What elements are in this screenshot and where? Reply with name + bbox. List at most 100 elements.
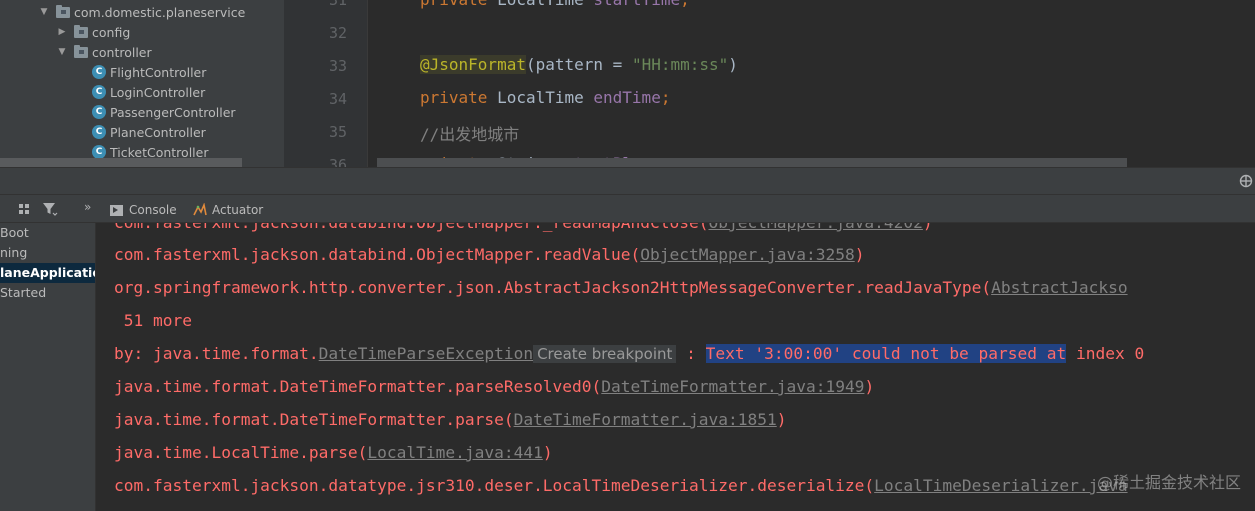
log-text: 51 more — [114, 311, 192, 330]
code-punct: ; — [660, 88, 671, 107]
watermark: @稀土掘金技术社区 — [1096, 473, 1241, 492]
console-output[interactable]: com.fasterxml.jackson.databind.ObjectMap… — [97, 223, 1255, 511]
log-text: by: java.time.format. — [114, 344, 319, 363]
class-icon: C — [92, 145, 106, 159]
tree-item-planecontroller[interactable]: C PlaneController — [92, 122, 206, 142]
class-icon: C — [92, 105, 106, 119]
code-line-33: @JsonFormat(pattern = "HH:mm:ss") — [420, 55, 738, 74]
more-tabs-chevron-icon[interactable]: » — [84, 200, 91, 214]
stack-trace-link[interactable]: ObjectMapper.java:3258 — [640, 245, 854, 264]
tree-item-controller[interactable]: ▼ controller — [56, 42, 152, 62]
code-field: startTime — [593, 0, 680, 9]
services-tree: Boot ning laneApplication Started — [0, 223, 96, 511]
code-type: LocalTime — [497, 88, 594, 107]
services-tool-window-header — [0, 167, 1255, 195]
line-number: 34 — [328, 90, 347, 108]
code-punct: ; — [680, 0, 690, 9]
log-text: ) — [864, 377, 875, 396]
horizontal-scrollbar[interactable] — [0, 158, 242, 167]
log-line: java.time.LocalTime.parse(LocalTime.java… — [114, 441, 553, 465]
log-line: com.fasterxml.jackson.datatype.jsr310.de… — [114, 474, 1128, 498]
class-icon: C — [92, 65, 106, 79]
log-text: ) — [776, 410, 787, 429]
services-item-boot[interactable]: Boot — [0, 223, 95, 243]
log-text: ) — [542, 443, 553, 462]
log-text: org.springframework.http.converter.json.… — [114, 278, 992, 297]
class-icon: C — [92, 85, 106, 99]
code-string: "HH:mm:ss" — [631, 55, 729, 74]
tree-item-passengercontroller[interactable]: C PassengerController — [92, 102, 236, 122]
chevron-right-icon[interactable]: ▶ — [56, 26, 68, 38]
project-tree-panel: ▼ com.domestic.planeservice ▶ config ▼ c… — [0, 0, 284, 167]
code-field: endTime — [593, 88, 661, 107]
tree-item-label: com.domestic.planeservice — [74, 4, 246, 20]
console-icon — [110, 204, 123, 216]
log-text: java.time.LocalTime.parse( — [114, 443, 368, 462]
tree-item-label: PassengerController — [110, 104, 236, 120]
log-line: java.time.format.DateTimeFormatter.parse… — [114, 408, 786, 432]
line-number: 35 — [328, 123, 347, 141]
line-number: 33 — [328, 57, 347, 75]
code-keyword: private — [420, 88, 498, 107]
code-annotation: @JsonFormat — [420, 55, 526, 74]
code-line-34: private LocalTime endTime; — [420, 88, 670, 107]
tab-actuator[interactable]: Actuator — [193, 199, 263, 221]
folder-icon — [74, 44, 88, 58]
stack-trace-link[interactable]: DateTimeFormatter.java:1851 — [514, 410, 777, 429]
chevron-down-icon[interactable]: ▼ — [38, 6, 50, 18]
code-type: LocalTime — [497, 0, 593, 9]
chevron-down-icon[interactable]: ▼ — [56, 46, 68, 58]
selected-text: Text '3:00:00' could not be parsed at — [705, 344, 1067, 363]
services-toolbar: » Console Actuator — [0, 195, 1255, 223]
log-text: com.fasterxml.jackson.databind.ObjectMap… — [114, 245, 641, 264]
tree-item-flightcontroller[interactable]: C FlightController — [92, 62, 206, 82]
services-item-started[interactable]: Started — [0, 283, 95, 303]
log-text: : — [676, 344, 706, 363]
tree-item-label: LoginController — [110, 84, 206, 100]
tree-item-label: config — [92, 24, 131, 40]
tab-console[interactable]: Console — [110, 199, 177, 221]
package-folder-icon — [56, 4, 70, 18]
exception-link[interactable]: DateTimeParseException — [319, 344, 533, 363]
group-by-icon[interactable] — [17, 201, 33, 217]
log-text: com.fasterxml.jackson.datatype.jsr310.de… — [114, 476, 875, 495]
log-line: org.springframework.http.converter.json.… — [114, 276, 1128, 300]
log-line: com.fasterxml.jackson.databind.ObjectMap… — [114, 223, 933, 235]
tree-item-label: controller — [92, 44, 152, 60]
class-icon: C — [92, 125, 106, 139]
log-line: com.fasterxml.jackson.databind.ObjectMap… — [114, 243, 864, 267]
stack-trace-link[interactable]: LocalTimeDeserializer.java — [874, 476, 1127, 495]
log-text: ) — [923, 223, 933, 232]
log-text: com.fasterxml.jackson.databind.ObjectMap… — [114, 223, 709, 232]
log-text: index 0 — [1066, 344, 1145, 363]
code-comment: //出发地城市 — [420, 125, 520, 144]
stack-trace-link[interactable]: ObjectMapper.java:4202 — [709, 223, 923, 232]
create-breakpoint-hint[interactable]: Create breakpoint — [533, 345, 677, 363]
log-text: ) — [854, 245, 865, 264]
log-line: java.time.format.DateTimeFormatter.parse… — [114, 375, 874, 399]
code-editor[interactable]: 31 32 33 34 35 36 private LocalTime star… — [284, 0, 1255, 167]
tab-label: Console — [129, 203, 177, 217]
tree-item-label: PlaneController — [110, 124, 206, 140]
stack-trace-link[interactable]: DateTimeFormatter.java:1949 — [601, 377, 864, 396]
log-text: java.time.format.DateTimeFormatter.parse… — [114, 377, 602, 396]
log-line: 51 more — [114, 309, 192, 333]
horizontal-scrollbar[interactable] — [377, 158, 1127, 167]
services-item-running[interactable]: ning — [0, 243, 95, 263]
services-item-application[interactable]: laneApplication — [0, 263, 95, 283]
code-text: (pattern = — [525, 55, 632, 74]
line-number: 32 — [328, 24, 347, 42]
stack-trace-link[interactable]: LocalTime.java:441 — [367, 443, 542, 462]
tree-item-logincontroller[interactable]: C LoginController — [92, 82, 205, 102]
code-text: ) — [728, 55, 738, 74]
line-number: 36 — [328, 156, 347, 167]
tab-label: Actuator — [212, 203, 264, 217]
code-line-35: //出发地城市 — [420, 121, 519, 145]
tree-item-planeservice-package[interactable]: ▼ com.domestic.planeservice — [38, 2, 245, 22]
line-number-gutter: 31 32 33 34 35 36 — [284, 0, 368, 167]
code-line-31: private LocalTime startTime; — [420, 0, 690, 9]
stack-trace-link[interactable]: AbstractJackso — [991, 278, 1127, 297]
tree-item-config[interactable]: ▶ config — [56, 22, 130, 42]
filter-icon[interactable] — [42, 201, 58, 217]
settings-icon[interactable] — [1239, 174, 1253, 188]
